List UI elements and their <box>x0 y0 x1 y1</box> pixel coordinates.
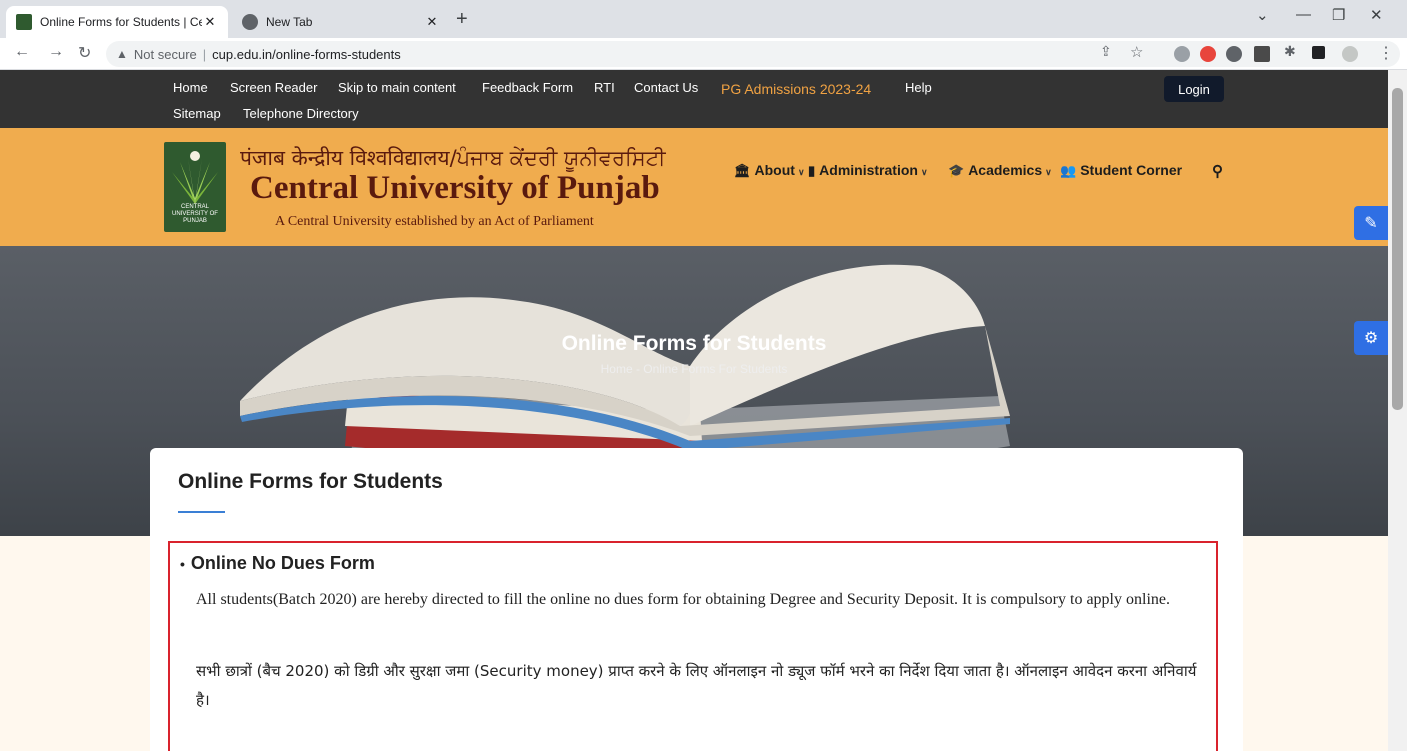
chevron-down-icon: ∨ <box>920 167 928 177</box>
top-utility-nav: Home Screen Reader Skip to main content … <box>0 70 1388 128</box>
page-scrollbar[interactable] <box>1388 70 1407 751</box>
restore-icon[interactable]: ❐ <box>1332 6 1345 24</box>
tab-online-forms[interactable]: Online Forms for Students | Centr ✕ <box>6 6 228 38</box>
close-tab-icon[interactable]: ✕ <box>202 14 218 30</box>
menu-administration[interactable]: ▮ Administration ∨ <box>808 162 928 179</box>
color-picker-button[interactable]: ✎ <box>1354 206 1388 240</box>
menu-academics[interactable]: 🎓 Academics ∨ <box>948 162 1052 179</box>
nav-pg-admissions[interactable]: PG Admissions 2023-24 <box>721 81 871 97</box>
close-window-icon[interactable]: ✕ <box>1370 6 1383 24</box>
extension-w-icon[interactable] <box>1226 46 1242 62</box>
nav-screen-reader[interactable]: Screen Reader <box>230 80 317 95</box>
close-tab-icon[interactable]: ✕ <box>424 14 440 30</box>
share-icon[interactable]: ⇪ <box>1100 43 1112 60</box>
bookmark-star-icon[interactable]: ☆ <box>1130 43 1143 61</box>
menu-kebab-icon[interactable]: ⋮ <box>1378 43 1394 63</box>
menu-student-corner[interactable]: 👥 Student Corner <box>1060 162 1182 179</box>
building-icon: ▮ <box>808 163 816 178</box>
nav-help[interactable]: Help <box>905 80 932 95</box>
extension-icon[interactable] <box>1174 46 1190 62</box>
chrome-icon <box>242 14 258 30</box>
nav-rti[interactable]: RTI <box>594 80 615 95</box>
extensions-puzzle-icon[interactable]: ✱ <box>1284 43 1296 60</box>
address-bar: ← → ↻ ▲ Not secure | cup.edu.in/online-f… <box>0 38 1407 70</box>
tab-new-tab[interactable]: New Tab ✕ <box>232 6 450 38</box>
reload-icon[interactable]: ↻ <box>78 43 91 63</box>
nav-home[interactable]: Home <box>173 80 208 95</box>
graduation-cap-icon: 🎓 <box>948 163 965 178</box>
users-icon: 👥 <box>1060 163 1077 178</box>
forward-icon[interactable]: → <box>48 43 64 61</box>
university-tagline: A Central University established by an A… <box>275 214 594 229</box>
cup-favicon-icon <box>16 14 32 30</box>
content-card: Online Forms for Students • Online No Due… <box>150 448 1243 751</box>
bank-icon: 🏛 <box>734 163 751 178</box>
search-icon[interactable]: ⚲ <box>1212 162 1223 180</box>
nav-telephone-directory[interactable]: Telephone Directory <box>243 106 359 121</box>
minimize-icon[interactable]: — <box>1296 6 1311 23</box>
description-hindi: सभी छात्रों (बैच 2020) को डिग्री और सुरक… <box>196 662 1197 709</box>
no-dues-form-link[interactable]: • Online No Dues Form <box>180 553 375 574</box>
logo-leaves-icon <box>172 151 218 204</box>
menu-about[interactable]: 🏛 About ∨ <box>734 162 805 179</box>
profile-avatar-icon[interactable] <box>1342 46 1358 62</box>
banner-title: Online Forms for Students <box>561 332 827 355</box>
brand-header: CENTRAL UNIVERSITY OF PUNJAB पंजाब केन्द… <box>0 128 1388 246</box>
nav-skip-content[interactable]: Skip to main content <box>338 80 456 95</box>
highlighted-form-section: • Online No Dues Form All students(Batch … <box>168 541 1218 751</box>
settings-gears-button[interactable]: ⚙ <box>1354 321 1388 355</box>
chevron-down-icon: ∨ <box>1045 167 1052 177</box>
nav-contact-us[interactable]: Contact Us <box>634 80 698 95</box>
new-tab-button[interactable]: + <box>456 8 468 31</box>
bullet: • <box>180 556 185 572</box>
back-icon[interactable]: ← <box>14 43 30 61</box>
nav-sitemap[interactable]: Sitemap <box>173 106 221 121</box>
browser-tab-bar: Online Forms for Students | Centr ✕ New … <box>0 0 1407 38</box>
university-name[interactable]: Central University of Punjab <box>250 170 660 207</box>
warning-icon[interactable]: ▲ <box>116 47 128 61</box>
scrollbar-thumb[interactable] <box>1392 88 1403 410</box>
extension-color-icon[interactable] <box>1200 46 1216 62</box>
university-name-regional: पंजाब केन्द्रीय विश्वविद्यालय/ਪੰਜਾਬ ਕੇਂਦ… <box>240 146 666 170</box>
extension-calendar-icon[interactable] <box>1254 46 1270 62</box>
university-logo[interactable]: CENTRAL UNIVERSITY OF PUNJAB <box>164 142 226 232</box>
breadcrumb[interactable]: Home - Online Forms For Students <box>0 362 1388 376</box>
logo-text: CENTRAL UNIVERSITY OF PUNJAB <box>172 204 218 224</box>
section-heading: Online Forms for Students <box>178 470 443 493</box>
login-button[interactable]: Login <box>1164 76 1224 102</box>
chevron-down-icon: ∨ <box>797 167 805 177</box>
side-panel-icon[interactable] <box>1312 46 1325 59</box>
page-viewport: Home Screen Reader Skip to main content … <box>0 70 1388 751</box>
tab-search-icon[interactable]: ⌄ <box>1256 6 1269 24</box>
description-english: All students(Batch 2020) are hereby dire… <box>196 591 1170 608</box>
heading-underline <box>178 511 225 513</box>
nav-feedback-form[interactable]: Feedback Form <box>482 80 573 95</box>
